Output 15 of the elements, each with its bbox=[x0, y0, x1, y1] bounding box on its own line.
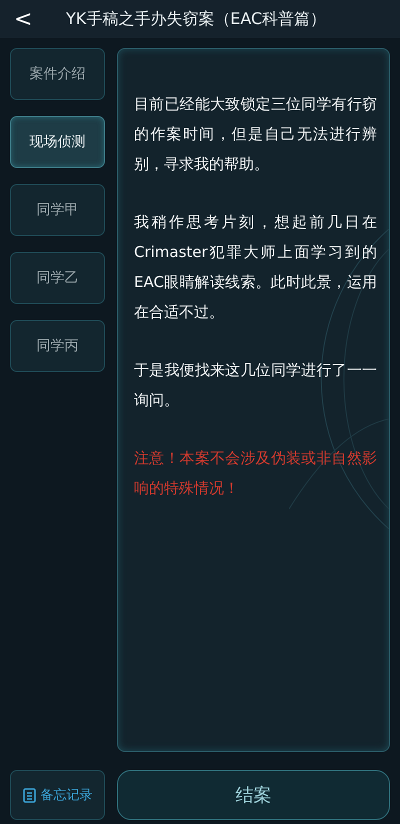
sidebar-tab[interactable]: 同学甲 bbox=[10, 184, 105, 236]
story-text: 我稍作思考片刻，想起前几日在Crimaster犯罪大师上面学习到的EAC眼睛解读线索。此时此景，运用在合适不过。 bbox=[134, 212, 377, 323]
memo-label: 备忘记录 bbox=[40, 787, 92, 804]
story-text: 于是我便找来这几位同学进行了一一询问。 bbox=[134, 360, 377, 411]
warning-text: 注意！本案不会涉及伪装或非自然影响的特殊情况！ bbox=[134, 448, 377, 499]
sidebar-tab[interactable]: 同学乙 bbox=[10, 252, 105, 304]
close-case-button[interactable]: 结案 bbox=[117, 770, 390, 820]
sidebar-tab[interactable]: 案件介绍 bbox=[10, 48, 105, 100]
sidebar-tab[interactable]: 现场侦测 bbox=[10, 116, 105, 168]
page-title: YK手稿之手办失窃案（EAC科普篇） bbox=[66, 8, 326, 30]
sidebar-tab[interactable]: 同学丙 bbox=[10, 320, 105, 372]
back-button[interactable]: < bbox=[14, 6, 66, 32]
notes-icon bbox=[22, 788, 36, 802]
story-text: 目前已经能大致锁定三位同学有行窃的作案时间，但是自己无法进行辨别，寻求我的帮助。 bbox=[134, 94, 377, 175]
memo-button[interactable]: 备忘记录 bbox=[10, 770, 105, 820]
